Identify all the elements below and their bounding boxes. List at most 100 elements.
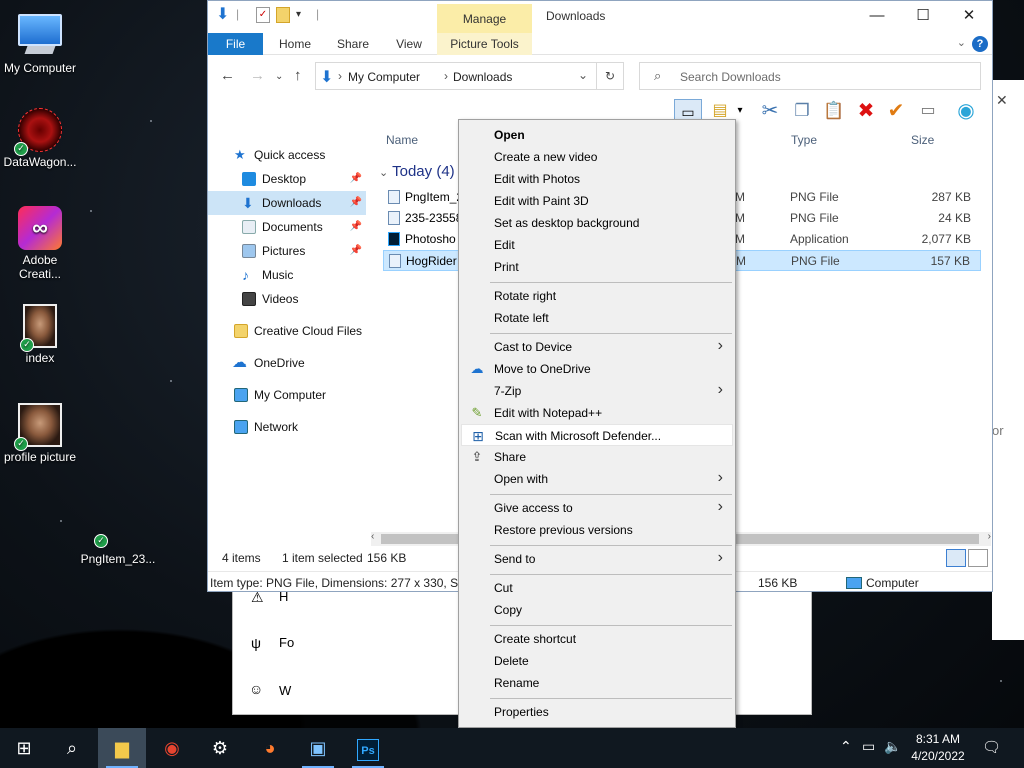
menu-item-cast-to-device[interactable]: Cast to Device › xyxy=(461,336,733,358)
menu-item-scan-with-defender[interactable]: ⊞ Scan with Microsoft Defender... xyxy=(461,424,733,446)
desktop-icon-adobe-creative-cloud[interactable]: ∞ Adobe Creati... xyxy=(0,206,80,281)
menu-item-rotate-right[interactable]: Rotate right xyxy=(461,285,733,307)
menu-item-open-with[interactable]: Open with › xyxy=(461,468,733,490)
sidebar-item-onedrive[interactable]: ☁ OneDrive xyxy=(208,351,366,375)
menu-item-set-desktop-background[interactable]: Set as desktop background xyxy=(461,212,733,234)
desktop-icon-index[interactable]: ✓ index xyxy=(0,304,80,365)
up-button[interactable]: ↑ xyxy=(294,67,302,84)
menu-item-share[interactable]: ⇪ Share xyxy=(461,446,733,468)
start-button[interactable]: ⊞ xyxy=(0,728,48,768)
chevron-down-icon[interactable]: ⌄ xyxy=(578,68,588,82)
volume-icon[interactable]: 🔈 xyxy=(884,738,901,755)
notification-icon[interactable]: 🗨 xyxy=(982,738,1001,756)
tab-picture-tools[interactable]: Picture Tools xyxy=(437,33,532,55)
sidebar-item-videos[interactable]: Videos xyxy=(208,287,366,311)
sidebar-item-documents[interactable]: Documents 📌 xyxy=(208,215,366,239)
details-view-button[interactable] xyxy=(946,549,966,567)
taskbar-file-explorer[interactable]: ▆ xyxy=(98,728,146,768)
checkmark-icon[interactable]: ✔ xyxy=(884,99,908,123)
menu-item-create-new-video[interactable]: Create a new video xyxy=(461,146,733,168)
menu-item-properties[interactable]: Properties xyxy=(461,701,733,723)
desktop-icon-profile-picture[interactable]: ✓ profile picture xyxy=(0,403,80,464)
column-header-size[interactable]: Size xyxy=(911,133,934,147)
cut-icon[interactable]: ✂ xyxy=(758,99,782,123)
tab-manage[interactable]: Manage xyxy=(437,4,532,33)
menu-item-copy[interactable]: Copy xyxy=(461,599,733,621)
chevron-up-icon[interactable]: ⌃ xyxy=(840,738,852,755)
menu-item-create-shortcut[interactable]: Create shortcut xyxy=(461,628,733,650)
menu-item-send-to[interactable]: Send to › xyxy=(461,548,733,570)
sidebar-item-my-computer[interactable]: My Computer xyxy=(208,383,366,407)
sidebar-item-pictures[interactable]: Pictures 📌 xyxy=(208,239,366,263)
menu-item-edit-with-notepad-plus-plus[interactable]: ✎ Edit with Notepad++ xyxy=(461,402,733,424)
chevron-down-icon[interactable]: ⌄ xyxy=(957,36,966,49)
sidebar-item-network[interactable]: Network xyxy=(208,415,366,439)
sidebar-item-desktop[interactable]: Desktop 📌 xyxy=(208,167,366,191)
recent-locations-button[interactable]: ⌄ xyxy=(275,71,283,82)
sidebar-item-music[interactable]: ♪ Music xyxy=(208,263,366,287)
column-header-name[interactable]: Name xyxy=(386,133,418,147)
shell-icon[interactable]: ◉ xyxy=(954,99,978,123)
new-folder-icon[interactable] xyxy=(276,7,290,23)
copy-icon[interactable]: ❐ xyxy=(790,99,814,123)
column-header-type[interactable]: Type xyxy=(791,133,817,147)
menu-item-delete[interactable]: Delete xyxy=(461,650,733,672)
breadcrumb-my-computer[interactable]: My Computer xyxy=(348,70,420,84)
search-input[interactable]: ⌕ Search Downloads xyxy=(639,62,981,90)
network-icon[interactable]: ▭ xyxy=(862,738,875,755)
sidebar-item-quick-access[interactable]: ★ Quick access xyxy=(208,143,366,167)
scroll-left-icon[interactable]: ‹ xyxy=(371,531,374,542)
system-clock[interactable]: 8:31 AM 4/20/2022 xyxy=(908,731,968,765)
sidebar-item-downloads[interactable]: ⬇ Downloads 📌 xyxy=(208,191,366,215)
tab-share[interactable]: Share xyxy=(328,33,378,55)
desktop-icon-datawagon[interactable]: ✓ DataWagon... xyxy=(0,108,80,169)
refresh-button[interactable]: ↻ xyxy=(597,62,624,90)
taskbar-chrome[interactable]: ◉ xyxy=(148,728,196,768)
taskbar-settings[interactable]: ⚙ xyxy=(196,728,244,768)
minimize-button[interactable]: — xyxy=(854,1,900,31)
menu-item-edit-with-paint-3d[interactable]: Edit with Paint 3D xyxy=(461,190,733,212)
item-details: Item type: PNG File, Dimensions: 277 x 3… xyxy=(210,576,474,590)
customize-toolbar-icon[interactable]: ▾ xyxy=(296,7,310,23)
help-button[interactable]: ? xyxy=(972,36,988,52)
search-button[interactable]: ⌕ xyxy=(48,728,96,768)
taskbar-firefox[interactable]: ◕ xyxy=(246,728,294,768)
menu-item-edit[interactable]: Edit xyxy=(461,234,733,256)
address-bar[interactable]: ⬇ › My Computer › Downloads ⌄ xyxy=(315,62,597,90)
back-button[interactable]: ← xyxy=(220,67,235,84)
sidebar-item-label: Pictures xyxy=(262,244,306,258)
breadcrumb-downloads[interactable]: Downloads xyxy=(453,70,512,84)
forward-button[interactable]: → xyxy=(250,67,265,84)
menu-item-7zip[interactable]: 7-Zip › xyxy=(461,380,733,402)
desktop-icon-pngitem[interactable]: ✓ PngItem_23... xyxy=(78,534,158,566)
taskbar-app-window[interactable]: ▣ xyxy=(294,728,342,768)
tab-view[interactable]: View xyxy=(384,33,434,55)
tab-file[interactable]: File xyxy=(208,33,263,55)
tab-home[interactable]: Home xyxy=(270,33,320,55)
paste-icon[interactable]: 📋 xyxy=(822,99,846,123)
download-arrow-icon[interactable]: ⬇ xyxy=(216,7,230,23)
menu-item-rename[interactable]: Rename xyxy=(461,672,733,694)
group-header[interactable]: ⌄ Today (4) xyxy=(379,163,455,180)
breadcrumb-separator-icon: › xyxy=(444,69,448,83)
menu-item-rotate-left[interactable]: Rotate left xyxy=(461,307,733,329)
file-name: Photosho xyxy=(405,232,456,246)
menu-item-cut[interactable]: Cut xyxy=(461,577,733,599)
delete-icon[interactable]: ✖ xyxy=(854,99,878,123)
menu-item-move-to-onedrive[interactable]: ☁ Move to OneDrive xyxy=(461,358,733,380)
desktop-icon-my-computer[interactable]: My Computer xyxy=(0,8,80,75)
menu-item-give-access-to[interactable]: Give access to › xyxy=(461,497,733,519)
menu-item-edit-with-photos[interactable]: Edit with Photos xyxy=(461,168,733,190)
sidebar-item-creative-cloud-files[interactable]: Creative Cloud Files xyxy=(208,319,366,343)
menu-item-open[interactable]: Open xyxy=(461,124,733,146)
large-icons-view-button[interactable] xyxy=(968,549,988,567)
taskbar-photoshop[interactable]: Ps xyxy=(344,728,392,768)
menu-item-restore-previous-versions[interactable]: Restore previous versions xyxy=(461,519,733,541)
search-placeholder: Search Downloads xyxy=(680,70,781,84)
scroll-right-icon[interactable]: › xyxy=(988,531,991,542)
close-button[interactable]: ✕ xyxy=(946,1,992,31)
rename-icon[interactable]: ▭ xyxy=(916,99,940,123)
menu-item-print[interactable]: Print xyxy=(461,256,733,278)
properties-icon[interactable]: ✓ xyxy=(256,7,270,23)
maximize-button[interactable]: ☐ xyxy=(900,1,946,31)
